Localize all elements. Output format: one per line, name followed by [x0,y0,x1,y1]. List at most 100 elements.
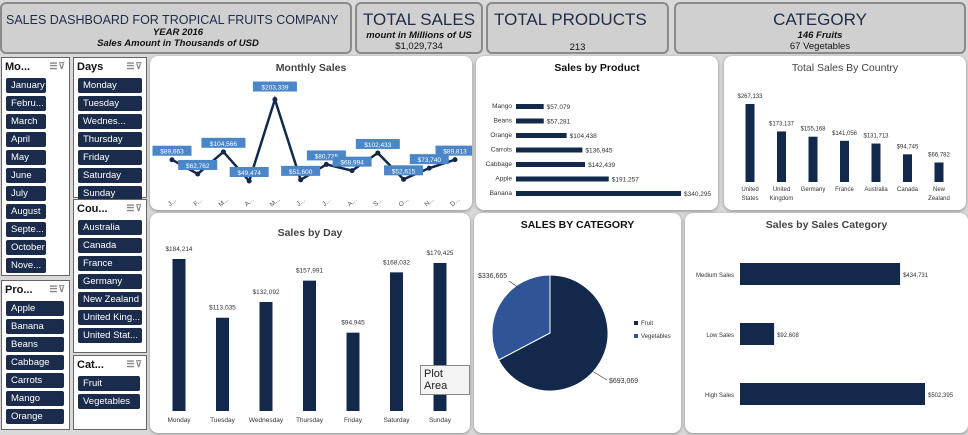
monthly-sales-data-label: $203,339 [261,85,288,92]
filter-clear-icon[interactable]: ☰⊽ [126,203,143,214]
monthly-sales-point [195,171,201,177]
country-data-label: $66,782 [928,153,950,159]
slicer-item-days[interactable]: Wednes... [78,114,142,129]
slicer-item-months[interactable]: Nove... [6,258,46,273]
slicer-item-months[interactable]: August [6,204,46,219]
salescategory-bar [740,263,901,285]
country-tick-label: New [933,187,946,193]
salescategory-bar [740,383,925,405]
category-legend-swatch [634,334,638,338]
monthly-sales-data-label: $89,663 [160,149,184,156]
product-sales-card[interactable]: Sales by Product Mango $57,079 Beans $57,28… [476,56,718,210]
day-tick-label: Thursday [296,417,324,424]
monthly-sales-data-label: $73,740 [418,157,442,164]
monthly-sales-point [169,157,175,163]
plot-area-tooltip: Plot Area [420,365,470,395]
slicer-item-products[interactable]: Cabbage [6,355,64,370]
day-data-label: $184,214 [165,246,192,253]
slicer-item-country[interactable]: France [78,256,142,271]
monthly-sales-tick-label: A... [244,196,256,208]
dashboard-title: SALES DASHBOARD FOR TROPICAL FRUITS COMP… [6,13,339,27]
slicer-item-months[interactable]: March [6,114,46,129]
slicer-item-products[interactable]: Banana [6,319,64,334]
slicer-item-products[interactable]: Carrots [6,373,64,388]
monthly-sales-point [323,161,329,167]
product-slicer: Pro... ☰⊽ Apple Banana Beans Cabbage Carrots M… [1,280,70,430]
salescategory-tick-label: Medium Sales [696,273,734,279]
slicer-item-months[interactable]: July [6,186,46,201]
country-bar [745,104,755,182]
category-legend-label: Fruit [641,321,653,327]
slicer-item-days[interactable]: Saturday [78,168,142,183]
product-bar [516,162,586,167]
category-sales-title: SALES BY CATEGORY [520,219,635,231]
slicer-item-category[interactable]: Fruit [78,376,140,391]
slicer-item-country[interactable]: Canada [78,238,142,253]
country-tick-label: Kingdom [770,196,794,202]
product-sales-chart: Mango $57,079 Beans $57,281 Orange $104,438 Ca… [486,103,712,198]
slicer-item-products[interactable]: Beans [6,337,64,352]
salescategory-tick-label: Low Sales [706,333,734,339]
product-tick-label: Banana [490,190,513,197]
slicer-item-months[interactable]: April [6,132,46,147]
filter-clear-icon[interactable]: ☰⊽ [126,61,143,72]
day-data-label: $168,032 [383,259,410,266]
monthly-sales-data-label: $49,474 [237,170,261,177]
slicer-item-products[interactable]: Mango [6,391,64,406]
country-sales-card[interactable]: Total Sales By Country $267,133 United Sta… [724,56,966,210]
slicer-item-products[interactable]: Apple [6,301,64,316]
product-data-label: $57,079 [547,104,571,111]
slicer-item-days[interactable]: Thursday [78,132,142,147]
monthly-sales-data-label: $89,813 [443,149,467,156]
filter-clear-icon[interactable]: ☰⊽ [49,61,66,72]
slicer-item-days[interactable]: Friday [78,150,142,165]
salescategory-card[interactable]: Sales by Sales Category Medium Sales $434… [685,213,968,433]
salescategory-title: Sales by Sales Category [765,219,888,231]
country-slicer: Cou... ☰⊽ Australia Canada France Germany New… [73,199,147,353]
slicer-item-category[interactable]: Vegetables [78,394,140,409]
days-slicer: Days ☰⊽ Monday Tuesday Wednes... Thursday Fri… [73,57,147,201]
slicer-item-months[interactable]: May [6,150,46,165]
slicer-item-months[interactable]: October [6,240,46,255]
monthly-sales-card[interactable]: Monthly Sales $89,663 J... $62,762 F... $104… [150,56,472,210]
day-tick-label: Friday [344,417,363,424]
country-bar [808,136,818,182]
filter-clear-icon[interactable]: ☰⊽ [126,359,143,370]
category-vegetables: 67 Vegetables [789,41,851,52]
slicer-item-country[interactable]: New Zealand [78,292,142,307]
monthly-sales-tick-label: A... [346,196,358,208]
country-bar [777,131,786,182]
day-bar [346,332,360,411]
slicer-item-days[interactable]: Monday [78,78,142,93]
monthly-sales-point [401,176,407,182]
month-slicer: Mo... ☰⊽ January Febru... March April May June… [1,57,70,276]
total-products-box: TOTAL PRODUCTS 213 [486,2,669,54]
product-bar [516,118,544,124]
total-sales-box: TOTAL SALES mount in Millions of US $1,0… [355,2,483,54]
slicer-item-months[interactable]: Septe... [6,222,46,237]
country-data-label: $94,745 [897,144,919,150]
slicer-item-days[interactable]: Tuesday [78,96,142,111]
slicer-item-months[interactable]: June [6,168,46,183]
day-data-label: $157,991 [296,268,323,275]
slicer-item-months[interactable]: Febru... [6,96,46,111]
slicer-item-months[interactable]: January [6,78,46,93]
slicer-item-country[interactable]: United King... [78,310,142,325]
slicer-item-country[interactable]: Germany [78,274,142,289]
filter-clear-icon[interactable]: ☰⊽ [49,284,66,295]
day-sales-card[interactable]: Sales by Day $184,214 Monday $113,035 Tuesd… [150,213,470,433]
day-tick-label: Tuesday [210,417,235,424]
category-sales-card[interactable]: SALES BY CATEGORY $693,069 $336,665 Fruit V… [474,213,681,433]
category-fruits: 146 Fruits [797,30,843,41]
slicer-item-country[interactable]: United Stat... [78,328,142,343]
day-bar [172,259,186,411]
slicer-item-products[interactable]: Orange [6,409,64,424]
product-data-label: $340,295 [684,191,711,198]
monthly-sales-tick-label: M... [269,196,282,208]
product-tick-label: Orange [490,132,512,139]
category-leader-line [591,370,608,381]
slicer-item-country[interactable]: Australia [78,220,142,235]
category-box: CATEGORY 146 Fruits 67 Vegetables [674,2,966,54]
monthly-sales-point [298,177,304,183]
country-slicer-title: Cou... [77,202,108,215]
